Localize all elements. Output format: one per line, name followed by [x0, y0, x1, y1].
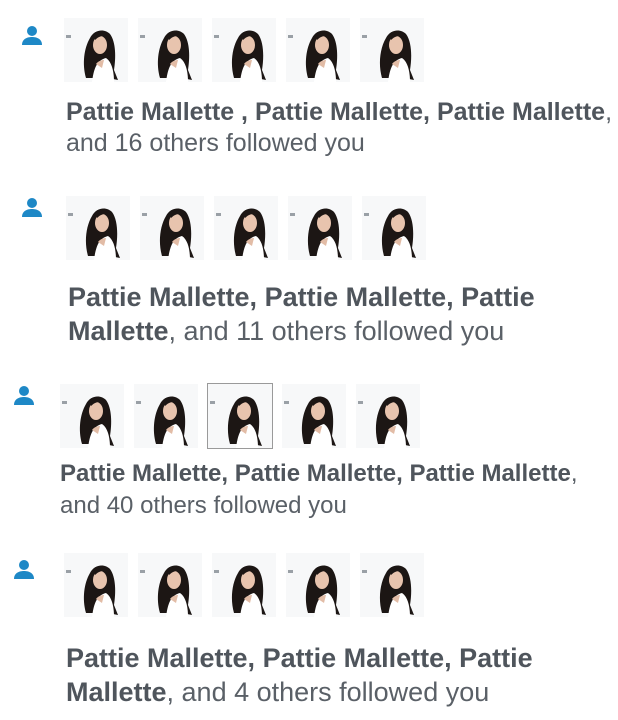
person-icon — [20, 24, 44, 46]
avatar[interactable] — [286, 553, 350, 617]
avatar[interactable] — [360, 553, 424, 617]
avatar[interactable] — [288, 196, 352, 260]
avatar[interactable] — [207, 383, 273, 449]
avatar[interactable] — [282, 384, 346, 448]
avatar[interactable] — [60, 384, 124, 448]
notification-item[interactable]: Pattie Mallette, Pattie Mallette, Pattie… — [0, 370, 618, 530]
avatar-row — [60, 383, 430, 449]
person-icon — [12, 384, 36, 406]
notification-text: Pattie Mallette , Pattie Mallette, Patti… — [66, 98, 613, 157]
person-icon — [20, 196, 44, 218]
avatar-row — [66, 196, 436, 260]
avatar[interactable] — [66, 196, 130, 260]
avatar-row — [64, 18, 434, 82]
avatar[interactable] — [140, 196, 204, 260]
avatar[interactable] — [362, 196, 426, 260]
avatar[interactable] — [64, 18, 128, 82]
notification-item[interactable]: Pattie Mallette, Pattie Mallette, Pattie… — [0, 180, 618, 360]
avatar[interactable] — [64, 553, 128, 617]
avatar[interactable] — [356, 384, 420, 448]
avatar[interactable] — [138, 18, 202, 82]
person-icon — [12, 558, 36, 580]
avatar[interactable] — [134, 384, 198, 448]
notification-item[interactable]: Pattie Mallette , Pattie Mallette, Patti… — [0, 0, 618, 175]
avatar[interactable] — [138, 553, 202, 617]
avatar[interactable] — [360, 18, 424, 82]
notification-text: Pattie Mallette, Pattie Mallette, Pattie… — [66, 643, 533, 707]
avatar-row — [64, 553, 434, 617]
notification-text: Pattie Mallette, Pattie Mallette, Pattie… — [60, 460, 578, 519]
notification-text: Pattie Mallette, Pattie Mallette, Pattie… — [68, 282, 535, 346]
avatar[interactable] — [286, 18, 350, 82]
avatar[interactable] — [212, 553, 276, 617]
notification-item[interactable]: Pattie Mallette, Pattie Mallette, Pattie… — [0, 545, 618, 720]
avatar[interactable] — [212, 18, 276, 82]
avatar[interactable] — [214, 196, 278, 260]
